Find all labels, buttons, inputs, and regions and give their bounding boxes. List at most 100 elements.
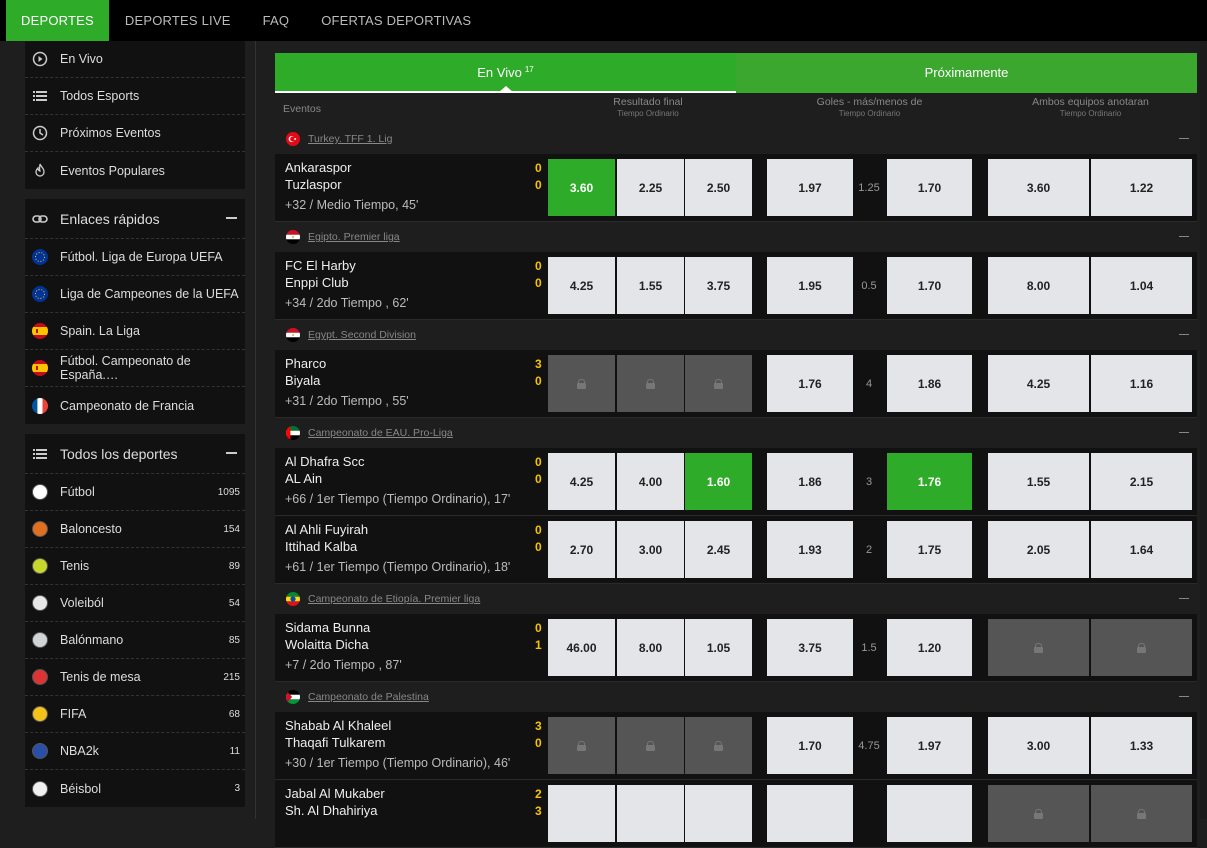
result-odd-3[interactable]: 1.05 [685,619,752,676]
result-odd-1[interactable]: 46.00 [548,619,615,676]
sport-item-tenis-de-mesa[interactable]: Tenis de mesa 215 [25,659,245,696]
quick-link-item[interactable]: Campeonato de Francia [25,387,245,424]
sidebar-item-eventos-populares[interactable]: Eventos Populares [25,152,245,189]
btts-no-odd[interactable]: 1.22 [1091,159,1192,216]
league-name[interactable]: Egipto. Premier liga [308,231,400,243]
tab-proximamente[interactable]: Próximamente [736,53,1197,93]
over-odd[interactable]: 3.75 [767,619,853,676]
under-odd[interactable]: 1.75 [887,521,972,578]
over-odd[interactable] [767,785,853,842]
nav-tab-ofertas-deportivas[interactable]: OFERTAS DEPORTIVAS [305,0,487,41]
match-row[interactable]: Pharco Biyala 3 0 +31 / 2do Tiempo , 55' 1.76… [275,350,1197,418]
over-odd[interactable]: 1.76 [767,355,853,412]
btts-yes-odd[interactable]: 1.55 [988,453,1089,510]
locked-odd[interactable] [685,355,752,412]
sport-item-béisbol[interactable]: Béisbol 3 [25,770,245,807]
locked-odd[interactable] [548,717,615,774]
sidebar-item-próximos-eventos[interactable]: Próximos Eventos [25,115,245,152]
locked-odd[interactable] [1091,785,1192,842]
match-row[interactable]: Shabab Al Khaleel Thaqafi Tulkarem 3 0 +30 /… [275,712,1197,780]
locked-odd[interactable] [988,619,1089,676]
result-odd-1[interactable]: 4.25 [548,453,615,510]
result-odd-1[interactable]: 3.60 [548,159,615,216]
sport-item-baloncesto[interactable]: Baloncesto 154 [25,511,245,548]
under-odd[interactable]: 1.70 [887,257,972,314]
result-odd-2[interactable] [617,785,684,842]
tab-en-vivo[interactable]: En Vivo 17 [275,53,736,93]
btts-yes-odd[interactable]: 4.25 [988,355,1089,412]
sidebar-item-todos-esports[interactable]: Todos Esports [25,78,245,115]
collapse-icon[interactable] [1179,334,1189,335]
league-name[interactable]: Campeonato de Etiopía. Premier liga [308,593,480,605]
over-odd[interactable]: 1.86 [767,453,853,510]
locked-odd[interactable] [988,785,1089,842]
match-row[interactable]: Jabal Al Mukaber Sh. Al Dhahiriya 2 3 [275,780,1197,848]
btts-yes-odd[interactable]: 8.00 [988,257,1089,314]
locked-odd[interactable] [1091,619,1192,676]
match-row[interactable]: FC El Harby Enppi Club 0 0 +34 / 2do Tiempo … [275,252,1197,320]
result-odd-2[interactable]: 4.00 [617,453,684,510]
match-row[interactable]: Al Dhafra Scc AL Ain 0 0 +66 / 1er Tiempo (T… [275,448,1197,516]
collapse-icon[interactable] [226,217,237,219]
under-odd[interactable]: 1.97 [887,717,972,774]
sidebar-item-en-vivo[interactable]: En Vivo [25,41,245,78]
result-odd-2[interactable]: 1.55 [617,257,684,314]
nav-tab-faq[interactable]: FAQ [247,0,306,41]
result-odd-2[interactable]: 2.25 [617,159,684,216]
locked-odd[interactable] [617,717,684,774]
btts-no-odd[interactable]: 1.33 [1091,717,1192,774]
over-odd[interactable]: 1.97 [767,159,853,216]
scrollbar[interactable] [1200,41,1207,819]
match-row[interactable]: Al Ahli Fuyirah Ittihad Kalba 0 0 +61 / 1er … [275,516,1197,584]
nav-tab-deportes[interactable]: DEPORTES [6,0,109,41]
collapse-icon[interactable] [1179,236,1189,237]
locked-odd[interactable] [617,355,684,412]
btts-yes-odd[interactable]: 3.00 [988,717,1089,774]
over-odd[interactable]: 1.95 [767,257,853,314]
result-odd-1[interactable] [548,785,615,842]
btts-no-odd[interactable]: 1.64 [1091,521,1192,578]
btts-no-odd[interactable]: 2.15 [1091,453,1192,510]
sport-item-nba2k[interactable]: NBA2k 11 [25,733,245,770]
result-odd-3[interactable]: 2.45 [685,521,752,578]
result-odd-3[interactable]: 1.60 [685,453,752,510]
result-odd-2[interactable]: 3.00 [617,521,684,578]
sport-item-fútbol[interactable]: Fútbol 1095 [25,474,245,511]
quick-links-header[interactable]: Enlaces rápidos [25,199,245,239]
btts-no-odd[interactable]: 1.04 [1091,257,1192,314]
locked-odd[interactable] [548,355,615,412]
quick-link-item[interactable]: Fútbol. Campeonato de España.… [25,350,245,387]
collapse-icon[interactable] [1179,696,1189,697]
result-odd-2[interactable]: 8.00 [617,619,684,676]
under-odd[interactable]: 1.20 [887,619,972,676]
btts-no-odd[interactable]: 1.16 [1091,355,1192,412]
over-odd[interactable]: 1.70 [767,717,853,774]
result-odd-3[interactable]: 2.50 [685,159,752,216]
quick-link-item[interactable]: Fútbol. Liga de Europa UEFA [25,239,245,276]
league-name[interactable]: Campeonato de EAU. Pro-Liga [308,427,453,439]
sport-item-voleiból[interactable]: Voleiból 54 [25,585,245,622]
league-name[interactable]: Turkey. TFF 1. Lig [308,133,392,145]
league-name[interactable]: Egypt. Second Division [308,329,416,341]
sport-item-tenis[interactable]: Tenis 89 [25,548,245,585]
under-odd[interactable]: 1.70 [887,159,972,216]
quick-link-item[interactable]: Spain. La Liga [25,313,245,350]
locked-odd[interactable] [685,717,752,774]
btts-yes-odd[interactable]: 3.60 [988,159,1089,216]
all-sports-header[interactable]: Todos los deportes [25,434,245,474]
over-odd[interactable]: 1.93 [767,521,853,578]
sport-item-fifa[interactable]: FIFA 68 [25,696,245,733]
collapse-icon[interactable] [226,452,237,454]
btts-yes-odd[interactable]: 2.05 [988,521,1089,578]
under-odd[interactable]: 1.76 [887,453,972,510]
sport-item-balónmano[interactable]: Balónmano 85 [25,622,245,659]
nav-tab-deportes-live[interactable]: DEPORTES LIVE [109,0,247,41]
under-odd[interactable]: 1.86 [887,355,972,412]
collapse-icon[interactable] [1179,598,1189,599]
league-name[interactable]: Campeonato de Palestina [308,691,429,703]
result-odd-3[interactable]: 3.75 [685,257,752,314]
under-odd[interactable] [887,785,972,842]
result-odd-1[interactable]: 4.25 [548,257,615,314]
collapse-icon[interactable] [1179,432,1189,433]
result-odd-3[interactable] [685,785,752,842]
